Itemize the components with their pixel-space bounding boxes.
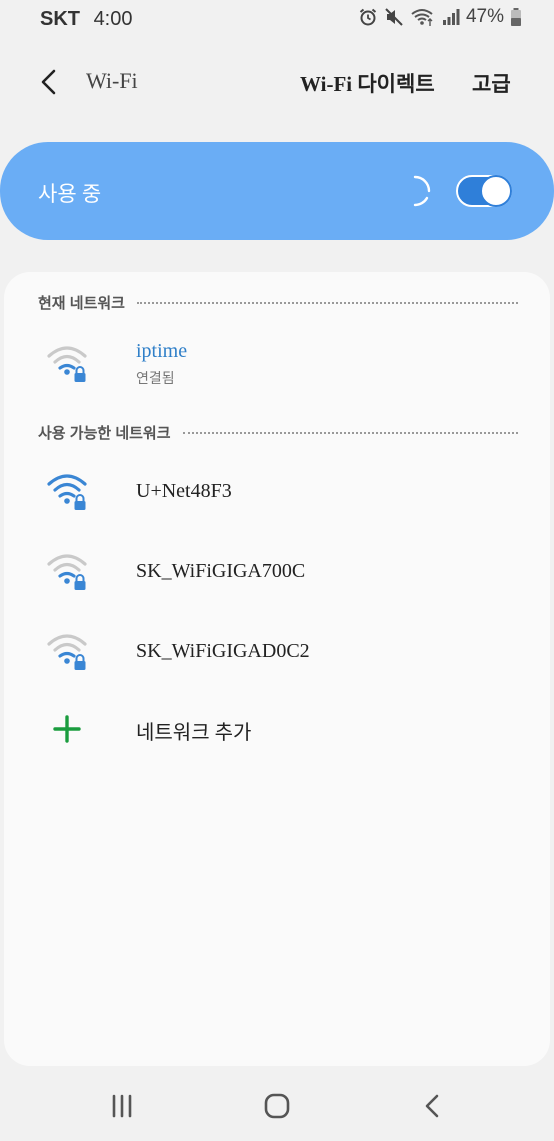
navigate-up-button[interactable] [30, 64, 66, 100]
app-bar: Wi-Fi Wi-Fi 다이렉트 고급 [0, 52, 554, 112]
home-icon [264, 1093, 290, 1119]
battery-icon [510, 7, 522, 27]
network-name: iptime [136, 340, 188, 362]
current-network-row[interactable]: iptime 연결됨 [4, 330, 550, 400]
section-divider [136, 302, 518, 304]
wifi-secured-icon [47, 346, 87, 382]
available-networks-header-text: 사용 가능한 네트워크 [38, 424, 171, 442]
network-row-u-net48f3[interactable]: U+Net48F3 [4, 458, 550, 528]
recent-apps-button[interactable] [102, 1088, 142, 1124]
section-divider [182, 432, 518, 434]
clock: 4:00 [93, 8, 133, 30]
wifi-secured-weak-icon [47, 554, 87, 590]
recent-apps-icon [112, 1094, 132, 1118]
toggle-knob [480, 175, 512, 207]
network-name: SK_WiFiGIGA700C [136, 560, 306, 582]
status-right: 47% [358, 6, 522, 28]
wifi-settings-screen: SKT 4:00 47% Wi-Fi Wi-Fi 다이렉트 고급 사용 중 현재… [0, 0, 554, 1141]
advanced-button[interactable]: 고급 [472, 68, 511, 98]
master-switch-label: 사용 중 [38, 182, 102, 206]
network-row-sk-wifigiga700c[interactable]: SK_WiFiGIGA700C [4, 538, 550, 608]
status-bar: SKT 4:00 47% [0, 0, 554, 40]
network-list-card: 현재 네트워크 iptime 연결됨 사용 가능한 네트워크 U+Net48F3… [4, 272, 550, 1066]
chevron-left-icon [41, 69, 56, 95]
status-left: SKT 4:00 [40, 8, 133, 31]
carrier-name: SKT [40, 8, 80, 30]
battery-percent: 47% [465, 6, 504, 27]
signal-icon [442, 8, 460, 26]
back-icon [425, 1094, 439, 1118]
wifi-secured-weak-icon [47, 634, 87, 670]
alarm-icon [358, 7, 378, 27]
network-row-sk-wifigigad0c2[interactable]: SK_WiFiGIGAD0C2 [4, 618, 550, 688]
network-status: 연결됨 [136, 370, 175, 386]
wifi-master-switch-bar[interactable]: 사용 중 [0, 142, 554, 240]
plus-icon [53, 715, 81, 743]
current-network-header-text: 현재 네트워크 [38, 294, 125, 312]
wifi-secured-full-icon [47, 474, 87, 510]
page-title: Wi-Fi [86, 68, 138, 93]
back-button[interactable] [412, 1088, 452, 1124]
network-name: U+Net48F3 [136, 480, 232, 502]
scanning-spinner-icon [413, 175, 431, 207]
wifi-direct-button[interactable]: Wi-Fi 다이렉트 [300, 68, 435, 98]
available-networks-header: 사용 가능한 네트워크 [38, 422, 518, 442]
wifi-toggle[interactable] [456, 175, 512, 207]
add-network-label: 네트워크 추가 [136, 722, 252, 744]
home-button[interactable] [257, 1088, 297, 1124]
wifi-calling-icon [410, 7, 436, 27]
current-network-header: 현재 네트워크 [38, 292, 518, 312]
mute-icon [384, 7, 404, 27]
add-network-row[interactable]: 네트워크 추가 [4, 700, 550, 760]
navigation-bar [0, 1072, 554, 1141]
network-name: SK_WiFiGIGAD0C2 [136, 640, 310, 662]
